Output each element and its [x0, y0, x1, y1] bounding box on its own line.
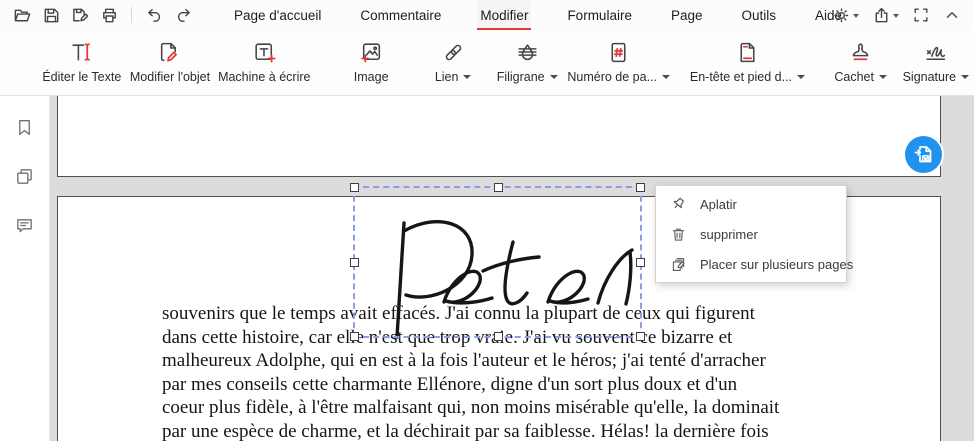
header-footer-icon	[735, 37, 760, 67]
modify-object-button[interactable]: Modifier l'objet	[126, 30, 215, 84]
pdf-page-previous[interactable]	[57, 96, 941, 177]
page-thumbnails-panel-icon[interactable]	[14, 165, 36, 187]
image-label: Image	[353, 70, 389, 84]
link-icon	[441, 37, 466, 67]
theme-brightness-button[interactable]	[829, 4, 862, 27]
menu-bar: Page d'accueil Commentaire Modifier Form…	[0, 0, 974, 30]
multi-pages-icon	[670, 256, 687, 273]
signature-dropdown-caret[interactable]	[961, 75, 970, 79]
page-canvas[interactable]: souvenirs que le temps avait effacés. J'…	[50, 96, 974, 441]
resize-handle-middle-right[interactable]	[636, 258, 645, 267]
typewriter-button[interactable]: Machine à écrire	[214, 30, 314, 84]
signature-label: Signature	[902, 70, 957, 84]
comments-panel-icon[interactable]	[14, 214, 36, 236]
tab-outils[interactable]: Outils	[738, 0, 779, 30]
resize-handle-top-middle[interactable]	[493, 183, 503, 192]
menu-item-placer-plusieurs-pages[interactable]: Placer sur plusieurs pages	[656, 249, 853, 279]
watermark-label: Filigrane	[496, 70, 545, 84]
fullscreen-button[interactable]	[909, 4, 933, 26]
resize-handle-top-left[interactable]	[350, 183, 359, 192]
link-button[interactable]: Lien	[416, 30, 490, 84]
typewriter-label: Machine à écrire	[218, 70, 311, 84]
signature-context-menu: Aplatir supprimer Placer sur plusieurs p…	[655, 185, 853, 283]
collapse-toolbar-button[interactable]	[940, 4, 964, 26]
window-actions	[829, 0, 964, 30]
undo-icon[interactable]	[144, 5, 164, 25]
tab-page[interactable]: Page	[668, 0, 706, 30]
modify-object-icon	[157, 37, 182, 67]
quick-access-toolbar	[0, 5, 193, 25]
page-number-button[interactable]: Numéro de pa...	[564, 30, 673, 84]
open-file-icon[interactable]	[12, 5, 32, 25]
save-as-icon[interactable]	[70, 5, 90, 25]
image-button[interactable]: Image	[334, 30, 408, 84]
typewriter-icon	[252, 37, 277, 67]
header-footer-dropdown-caret[interactable]	[797, 75, 806, 79]
convert-to-word-button[interactable]	[905, 136, 942, 173]
header-footer-label: En-tête et pied d...	[689, 70, 793, 84]
page-number-label: Numéro de pa...	[567, 70, 658, 84]
share-caret-icon	[893, 13, 899, 18]
watermark-icon	[515, 37, 540, 67]
resize-handle-top-right[interactable]	[636, 183, 645, 192]
share-button[interactable]	[869, 4, 902, 27]
signature-button[interactable]: Signature	[898, 30, 974, 84]
tab-modifier[interactable]: Modifier	[477, 0, 532, 30]
menu-item-aplatir[interactable]: Aplatir	[656, 189, 846, 219]
document-line: par mes conseils cette charmante Ellénor…	[162, 373, 738, 395]
bookmarks-panel-icon[interactable]	[14, 116, 36, 138]
toolbar-divider	[131, 7, 132, 23]
tab-page-daccueil[interactable]: Page d'accueil	[231, 0, 324, 30]
edit-text-button[interactable]: Éditer le Texte	[38, 30, 126, 84]
header-footer-button[interactable]: En-tête et pied d...	[687, 30, 807, 84]
signature-icon	[923, 37, 948, 67]
theme-caret-icon	[853, 13, 859, 18]
resize-handle-bottom-right[interactable]	[636, 332, 645, 341]
document-workspace: souvenirs que le temps avait effacés. J'…	[0, 96, 974, 441]
tab-commentaire[interactable]: Commentaire	[357, 0, 444, 30]
menu-item-label: Aplatir	[700, 196, 737, 212]
stamp-label: Cachet	[834, 70, 874, 84]
navigation-side-panel	[0, 96, 50, 441]
print-icon[interactable]	[99, 5, 119, 25]
ribbon-tabs: Page d'accueil Commentaire Modifier Form…	[231, 0, 845, 30]
watermark-dropdown-caret[interactable]	[549, 75, 558, 79]
stamp-button[interactable]: Cachet	[824, 30, 898, 84]
pdf-editor-window: { "menubar": { "quick_icons": ["open", "…	[0, 0, 974, 441]
resize-handle-bottom-left[interactable]	[350, 332, 359, 341]
edit-toolbar: Éditer le Texte Modifier l'objet Machine…	[0, 30, 974, 96]
trash-icon	[670, 226, 687, 243]
resize-handle-middle-left[interactable]	[350, 258, 359, 267]
redo-icon[interactable]	[173, 5, 193, 25]
flatten-pin-icon	[670, 196, 687, 213]
stamp-dropdown-caret[interactable]	[878, 75, 887, 79]
page-number-dropdown-caret[interactable]	[662, 75, 671, 79]
signature-selection-box[interactable]	[350, 183, 645, 341]
link-dropdown-caret[interactable]	[463, 75, 472, 79]
document-line: par une espèce de charme, et la déchirai…	[162, 420, 769, 441]
menu-item-label: Placer sur plusieurs pages	[700, 256, 854, 272]
edit-text-icon	[69, 37, 94, 67]
document-line: malheureux Adolphe, qui en est à la fois…	[162, 350, 766, 372]
link-label: Lien	[434, 70, 459, 84]
menu-item-supprimer[interactable]: supprimer	[656, 219, 846, 249]
resize-handle-bottom-middle[interactable]	[493, 332, 503, 341]
page-number-icon	[606, 37, 631, 67]
modify-object-label: Modifier l'objet	[129, 70, 211, 84]
edit-text-label: Éditer le Texte	[42, 70, 122, 84]
menu-item-label: supprimer	[700, 226, 758, 242]
document-line: coeur plus fidèle, à l'être malfaisant q…	[162, 397, 780, 419]
stamp-icon	[848, 37, 873, 67]
tab-formulaire[interactable]: Formulaire	[564, 0, 635, 30]
save-icon[interactable]	[41, 5, 61, 25]
watermark-button[interactable]: Filigrane	[490, 30, 564, 84]
image-icon	[359, 37, 384, 67]
